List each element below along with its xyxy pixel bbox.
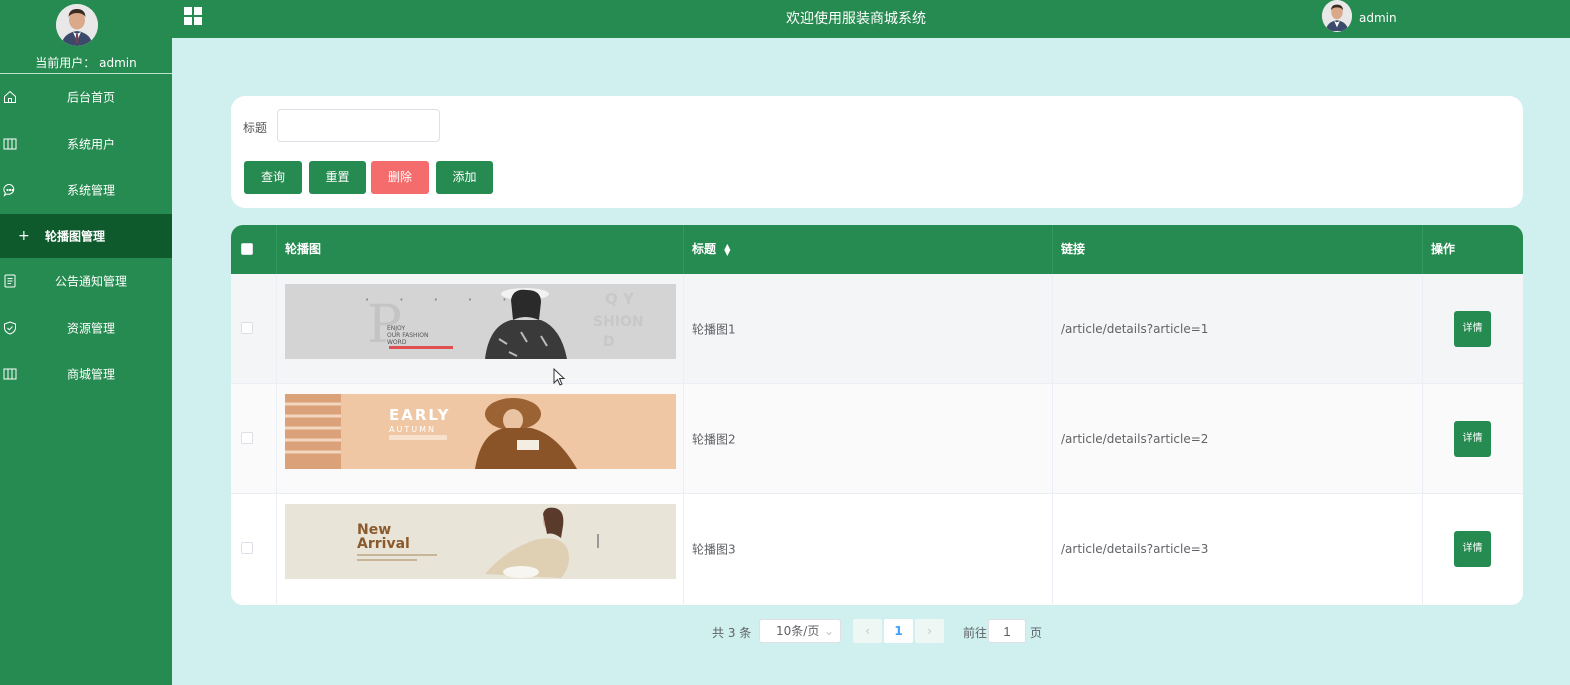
row-checkbox[interactable] (241, 432, 253, 444)
sidebar-item-system-users[interactable]: 系统用户 (0, 121, 172, 168)
pagination: 共 3 条 10条/页 ⌄ ‹ 1 › 前往 页 (0, 619, 1570, 643)
svg-text:OUR FASHION: OUR FASHION (387, 332, 429, 339)
row-checkbox[interactable] (241, 542, 253, 554)
sidebar-item-label: 系统管理 (66, 183, 115, 198)
column-header-action: 操作 (1431, 242, 1456, 256)
carousel-table: 轮播图 标题 ▲ ▼ 链接 操作 • • • • • P ENJOY OUR FA… (231, 225, 1523, 605)
reset-button[interactable]: 重置 (309, 161, 366, 194)
delete-button[interactable]: 删除 (371, 161, 429, 194)
sidebar-item-label: 商城管理 (66, 367, 115, 382)
row-checkbox[interactable] (241, 322, 253, 334)
sidebar-item-resources[interactable]: 资源管理 (0, 304, 172, 351)
svg-text:Arrival: Arrival (357, 536, 410, 552)
mouse-cursor-icon (553, 368, 566, 386)
svg-text:SHION: SHION (593, 314, 644, 330)
prev-page-button[interactable]: ‹ (853, 619, 882, 643)
select-all-cell (231, 225, 277, 274)
detail-button[interactable]: 详情 (1454, 421, 1491, 457)
sidebar-item-label: 轮播图管理 (44, 229, 105, 244)
column-header-title[interactable]: 标题 ▲ ▼ (684, 225, 1053, 274)
current-user-name: admin (99, 56, 137, 70)
header-username[interactable]: admin (1359, 11, 1397, 25)
add-button[interactable]: 添加 (436, 161, 493, 194)
query-button[interactable]: 查询 (244, 161, 302, 194)
table-header: 轮播图 标题 ▲ ▼ 链接 操作 (231, 225, 1523, 274)
carousel-image: • • • • • P ENJOY OUR FASHION WORD Q Y S… (285, 284, 676, 359)
carousel-image: EARLY AUTUMN (285, 394, 676, 469)
header: 欢迎使用服装商城系统 admin (172, 0, 1570, 38)
sidebar-item-carousel[interactable]: + 轮播图管理 (0, 213, 172, 258)
chevron-down-icon: ⌄ (823, 624, 834, 638)
search-panel: 标题 查询 重置 删除 添加 (231, 96, 1523, 208)
avatar[interactable] (1322, 0, 1352, 32)
column-header-title-label: 标题 (692, 242, 717, 256)
chevron-right-icon: › (927, 624, 932, 638)
sidebar-item-label: 后台首页 (66, 90, 115, 105)
sidebar-item-label: 资源管理 (66, 321, 115, 336)
page-number-current[interactable]: 1 (884, 619, 913, 643)
table-row: New Arrival 轮播图3 /article/details?articl… (231, 494, 1523, 604)
detail-button[interactable]: 详情 (1454, 531, 1491, 567)
svg-text:EARLY: EARLY (389, 406, 451, 424)
sidebar-menu: 后台首页 系统用户 系统管理 + 轮播图管理 公告通知管理 资源管理 商城管理 (0, 74, 172, 398)
sidebar-item-label: 系统用户 (66, 137, 115, 152)
sidebar-item-mall[interactable]: 商城管理 (0, 351, 172, 398)
sidebar-item-home[interactable]: 后台首页 (0, 74, 172, 121)
sidebar-item-notice[interactable]: 公告通知管理 (0, 258, 172, 305)
row-link: /article/details?article=1 (1061, 322, 1209, 336)
sort-icon[interactable]: ▲ ▼ (724, 242, 730, 256)
svg-text:D: D (603, 334, 615, 350)
row-link: /article/details?article=2 (1061, 432, 1209, 446)
sidebar: 当前用户： admin 后台首页 系统用户 系统管理 + 轮播图管理 公告通知管… (0, 0, 172, 685)
goto-label: 前往 (963, 626, 988, 640)
column-header-link: 链接 (1053, 225, 1423, 274)
row-title: 轮播图3 (692, 542, 736, 557)
table-row: EARLY AUTUMN 轮播图2 /article/details?artic… (231, 384, 1523, 494)
title-label: 标题 (243, 121, 268, 135)
next-page-button[interactable]: › (915, 619, 944, 643)
title-search-input[interactable] (277, 109, 440, 142)
sidebar-item-system-manage[interactable]: 系统管理 (0, 167, 172, 214)
row-title: 轮播图1 (692, 322, 736, 337)
svg-text:WORD: WORD (387, 339, 407, 346)
svg-text:ENJOY: ENJOY (387, 325, 405, 332)
sidebar-item-label: 公告通知管理 (54, 274, 127, 289)
page-size-select[interactable]: 10条/页 ⌄ (759, 619, 841, 643)
row-link: /article/details?article=3 (1061, 542, 1209, 556)
detail-button[interactable]: 详情 (1454, 311, 1491, 347)
row-title: 轮播图2 (692, 432, 736, 447)
sidebar-profile: 当前用户： admin (0, 0, 172, 74)
select-all-checkbox[interactable] (241, 243, 253, 255)
page-size-value: 10条/页 (776, 624, 820, 638)
svg-text:Q Y: Q Y (605, 290, 635, 308)
svg-text:AUTUMN: AUTUMN (389, 425, 436, 434)
carousel-image: New Arrival (285, 504, 676, 579)
page-suffix-label: 页 (1030, 626, 1043, 640)
goto-page-input[interactable] (988, 619, 1026, 643)
pagination-total: 共 3 条 (712, 626, 752, 640)
chevron-left-icon: ‹ (865, 624, 870, 638)
current-user-label: 当前用户： admin (35, 56, 137, 70)
table-row: • • • • • P ENJOY OUR FASHION WORD Q Y S… (231, 274, 1523, 384)
column-header-image: 轮播图 (277, 225, 684, 274)
avatar (56, 4, 98, 46)
